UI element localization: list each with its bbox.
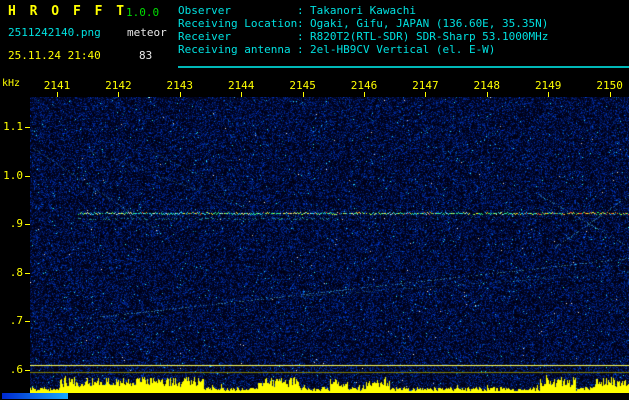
info-label: Observer xyxy=(178,4,231,17)
header-separator xyxy=(178,66,629,68)
info-row: Receiving Location: Ogaki, Gifu, JAPAN (… xyxy=(178,17,548,30)
freq-axis-label: .6 xyxy=(9,363,23,376)
info-row: Observer: Takanori Kawachi xyxy=(178,4,548,17)
info-value: R820T2(RTL-SDR) SDR-Sharp 53.1000MHz xyxy=(310,30,549,43)
time-axis-label: 2150 xyxy=(596,79,623,92)
info-label: Receiver xyxy=(178,30,231,43)
time-axis-label: 2146 xyxy=(350,79,378,92)
app-title: H R O F F T xyxy=(8,4,128,19)
version-label: 1.0.0 xyxy=(126,6,160,19)
freq-axis-label: 1.0 xyxy=(3,168,23,182)
time-axis-label: 2147 xyxy=(412,79,439,92)
time-axis-label: 2142 xyxy=(105,79,132,92)
time-axis-label: 2145 xyxy=(289,79,316,92)
time-axis-label: 2148 xyxy=(473,79,501,92)
time-axis-label: 2141 xyxy=(43,79,71,92)
time-axis-label: 2144 xyxy=(227,79,255,92)
level-scale-bar xyxy=(2,393,68,399)
info-label: Receiving Location xyxy=(178,17,298,30)
info-separator: : xyxy=(297,17,311,30)
hrofft-screen: H R O F F T 1.0.0 2511242140.png meteor … xyxy=(0,0,629,400)
freq-axis-label: .7 xyxy=(9,314,23,328)
info-value: 2el-HB9CV Vertical (el. E-W) xyxy=(310,43,496,56)
info-row: Receiver: R820T2(RTL-SDR) SDR-Sharp 53.1… xyxy=(178,30,548,43)
freq-axis-label: 1.1 xyxy=(3,120,23,133)
time-axis-label: 2149 xyxy=(534,79,562,92)
spectrogram-canvas xyxy=(30,97,629,393)
timestamp-label: 25.11.24 21:40 xyxy=(8,49,101,62)
meteor-count: 83 xyxy=(139,49,153,62)
station-info: Observer: Takanori Kawachi Receiving Loca… xyxy=(178,4,548,56)
filename-label: 2511242140.png xyxy=(8,26,101,39)
info-separator: : xyxy=(297,43,311,56)
info-value: Ogaki, Gifu, JAPAN (136.60E, 35.35N) xyxy=(310,17,549,30)
info-separator: : xyxy=(297,30,311,43)
info-label: Receiving antenna xyxy=(178,43,291,56)
freq-axis-label: .9 xyxy=(9,217,23,231)
info-row: Receiving antenna: 2el-HB9CV Vertical (e… xyxy=(178,43,548,56)
freq-axis-label: .8 xyxy=(9,265,23,279)
freq-unit-label: kHz xyxy=(2,78,21,89)
mode-label: meteor xyxy=(127,26,167,39)
info-separator: : xyxy=(297,4,311,17)
time-axis-label: 2143 xyxy=(166,79,194,92)
info-value: Takanori Kawachi xyxy=(310,4,416,17)
